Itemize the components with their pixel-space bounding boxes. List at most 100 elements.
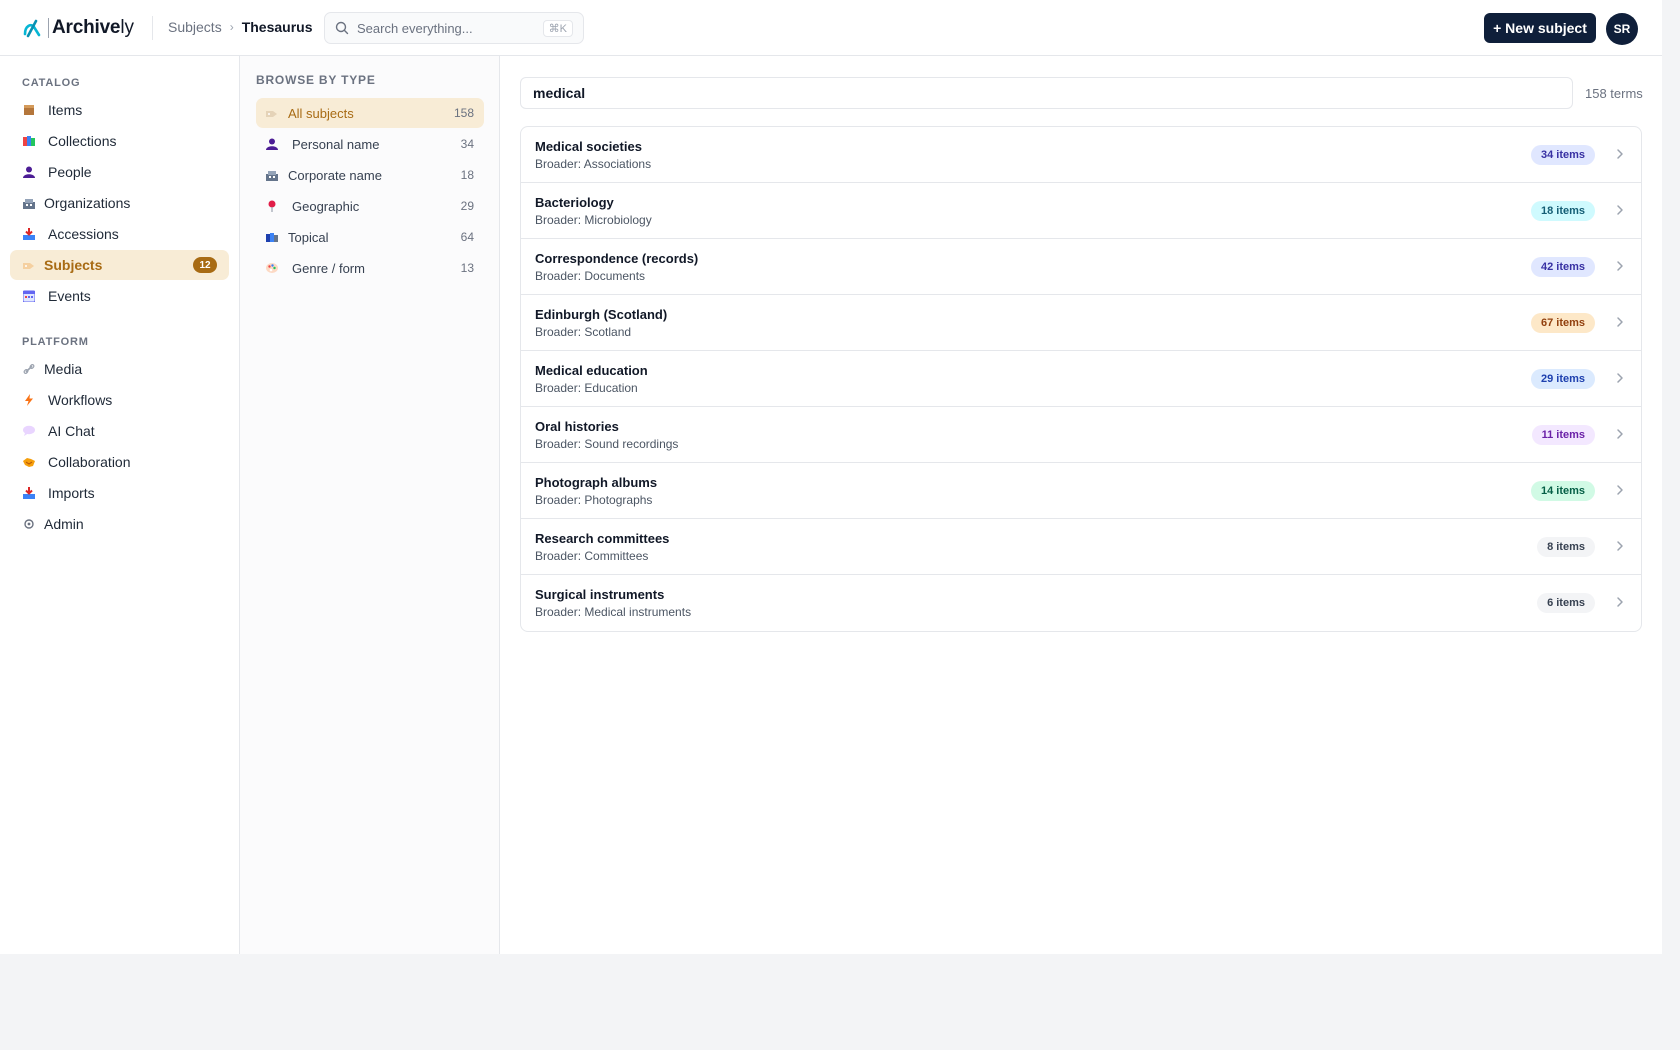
type-filter-genre-form[interactable]: Genre / form 13 bbox=[256, 253, 484, 283]
subject-broader: Broader: Microbiology bbox=[535, 213, 652, 227]
subject-title: Bacteriology bbox=[535, 195, 614, 210]
item-count-badge: 34 items bbox=[1530, 145, 1595, 165]
item-count-badge: 42 items bbox=[1530, 257, 1595, 277]
topbar-divider bbox=[152, 16, 153, 40]
sidebar-item-label: Accessions bbox=[48, 226, 119, 242]
inbox-tray-icon bbox=[22, 486, 36, 500]
item-count-badge: 8 items bbox=[1537, 537, 1595, 557]
sidebar-item-label: Media bbox=[44, 361, 83, 377]
breadcrumb-current: Thesaurus bbox=[241, 19, 313, 35]
sidebar-item-label: Events bbox=[48, 288, 91, 304]
type-filter-geographic[interactable]: Geographic 29 bbox=[256, 191, 484, 221]
sidebar-item-media[interactable]: Media bbox=[10, 354, 229, 384]
type-filter-personal-name[interactable]: Personal name 34 bbox=[256, 129, 484, 159]
sidebar-item-imports[interactable]: Imports bbox=[10, 478, 229, 508]
breadcrumb: Subjects › Thesaurus bbox=[168, 19, 313, 35]
subject-row[interactable]: Correspondence (records) Broader: Docume… bbox=[521, 239, 1641, 295]
books-icon bbox=[266, 231, 278, 243]
type-filter-count: 29 bbox=[460, 199, 474, 213]
subject-row[interactable]: Medical societies Broader: Associations … bbox=[521, 127, 1641, 183]
chevron-right-icon bbox=[1617, 373, 1623, 383]
sidebar-item-items[interactable]: Items bbox=[10, 95, 229, 125]
books-icon bbox=[22, 134, 36, 148]
type-filter-corporate-name[interactable]: Corporate name 18 bbox=[256, 160, 484, 190]
sidebar-item-label: AI Chat bbox=[48, 423, 95, 439]
type-filter-label: Personal name bbox=[292, 136, 380, 152]
subject-row[interactable]: Photograph albums Broader: Photographs 1… bbox=[521, 463, 1641, 519]
sidebar-item-people[interactable]: People bbox=[10, 157, 229, 187]
subject-list: Medical societies Broader: Associations … bbox=[520, 126, 1642, 632]
handshake-icon bbox=[22, 455, 36, 469]
sidebar-item-accessions[interactable]: Accessions bbox=[10, 219, 229, 249]
building-icon bbox=[266, 169, 278, 181]
main-content: 158 terms Medical societies Broader: Ass… bbox=[500, 56, 1662, 954]
item-count-badge: 14 items bbox=[1530, 481, 1595, 501]
subject-row[interactable]: Surgical instruments Broader: Medical in… bbox=[521, 575, 1641, 631]
subject-broader: Broader: Education bbox=[535, 381, 638, 395]
subject-filter-input[interactable] bbox=[520, 77, 1573, 109]
chevron-right-icon bbox=[1617, 261, 1623, 271]
logo-suffix: ly bbox=[120, 17, 135, 38]
person-icon bbox=[22, 165, 36, 179]
package-icon bbox=[22, 103, 36, 117]
type-filter-label: Genre / form bbox=[292, 260, 365, 276]
chevron-right-icon bbox=[1617, 149, 1623, 159]
sidebar-item-subjects[interactable]: Subjects 12 bbox=[10, 250, 229, 280]
type-filter-all-subjects[interactable]: All subjects 158 bbox=[256, 98, 484, 128]
type-filter-count: 13 bbox=[460, 261, 474, 275]
alpha-logo-icon bbox=[23, 19, 41, 38]
term-count: 158 terms bbox=[1585, 86, 1643, 101]
chevron-right-icon bbox=[1617, 597, 1623, 607]
search-placeholder: Search everything... bbox=[357, 20, 473, 36]
link-icon bbox=[22, 362, 36, 376]
sidebar-item-label: Workflows bbox=[48, 392, 113, 408]
top-bar: Archive ly Subjects › Thesaurus Search ev… bbox=[0, 0, 1662, 56]
chevron-right-icon bbox=[1617, 205, 1623, 215]
item-count-badge: 18 items bbox=[1530, 201, 1595, 221]
type-filter-count: 158 bbox=[453, 106, 474, 120]
subject-title: Edinburgh (Scotland) bbox=[535, 307, 668, 322]
sidebar-item-collaboration[interactable]: Collaboration bbox=[10, 447, 229, 477]
sidebar-item-admin[interactable]: Admin bbox=[10, 509, 229, 539]
sidebar-item-workflows[interactable]: Workflows bbox=[10, 385, 229, 415]
breadcrumb-subjects[interactable]: Subjects bbox=[168, 19, 222, 35]
sidebar-item-organizations[interactable]: Organizations bbox=[10, 188, 229, 218]
person-icon bbox=[266, 138, 278, 150]
sidebar-item-events[interactable]: Events bbox=[10, 281, 229, 311]
type-filter-topical[interactable]: Topical 64 bbox=[256, 222, 484, 252]
inbox-tray-icon bbox=[22, 227, 36, 241]
type-filter-count: 18 bbox=[460, 168, 474, 182]
subjects-count-badge: 12 bbox=[193, 257, 217, 273]
subject-broader: Broader: Photographs bbox=[535, 493, 653, 507]
app-logo[interactable]: Archive ly bbox=[22, 15, 134, 41]
new-subject-button[interactable]: + New subject bbox=[1484, 13, 1596, 43]
type-filter-count: 64 bbox=[460, 230, 474, 244]
logo-divider bbox=[48, 18, 49, 38]
sidebar-item-collections[interactable]: Collections bbox=[10, 126, 229, 156]
item-count-badge: 6 items bbox=[1537, 593, 1595, 613]
subject-row[interactable]: Medical education Broader: Education 29 … bbox=[521, 351, 1641, 407]
app-window: Archive ly Subjects › Thesaurus Search ev… bbox=[0, 0, 1662, 954]
subject-broader: Broader: Documents bbox=[535, 269, 646, 283]
subject-row[interactable]: Bacteriology Broader: Microbiology 18 it… bbox=[521, 183, 1641, 239]
type-filter-label: Geographic bbox=[292, 198, 360, 214]
sidebar-item-label: Organizations bbox=[44, 195, 131, 211]
sidebar-item-label: Collections bbox=[48, 133, 117, 149]
subject-row[interactable]: Research committees Broader: Committees … bbox=[521, 519, 1641, 575]
sidebar-item-label: Collaboration bbox=[48, 454, 131, 470]
subject-title: Medical education bbox=[535, 363, 648, 378]
subject-title: Oral histories bbox=[535, 419, 619, 434]
browse-by-type-panel: BROWSE BY TYPE All subjects 158 Personal… bbox=[240, 56, 500, 954]
chat-bubble-icon bbox=[22, 424, 36, 438]
sidebar-item-ai-chat[interactable]: AI Chat bbox=[10, 416, 229, 446]
subject-title: Research committees bbox=[535, 531, 670, 546]
subject-title: Medical societies bbox=[535, 139, 642, 154]
type-filter-count: 34 bbox=[460, 137, 474, 151]
type-filter-label: Topical bbox=[288, 229, 329, 245]
global-search[interactable]: Search everything... ⌘K bbox=[324, 12, 584, 44]
type-filter-label: Corporate name bbox=[288, 167, 382, 183]
sidebar-item-label: Items bbox=[48, 102, 83, 118]
subject-row[interactable]: Edinburgh (Scotland) Broader: Scotland 6… bbox=[521, 295, 1641, 351]
user-avatar[interactable]: SR bbox=[1606, 13, 1638, 45]
subject-row[interactable]: Oral histories Broader: Sound recordings… bbox=[521, 407, 1641, 463]
